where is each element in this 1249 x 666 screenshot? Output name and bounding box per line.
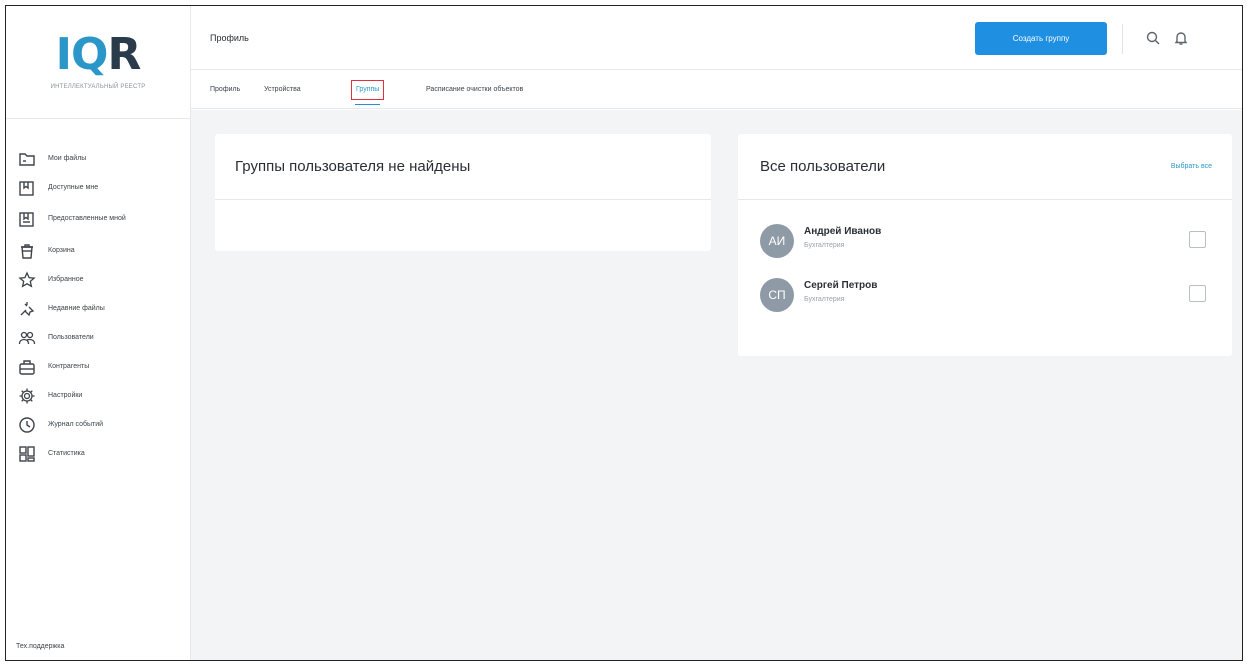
folder-icon bbox=[19, 152, 35, 166]
logo-mark: IQR bbox=[56, 33, 142, 77]
create-group-button[interactable]: Создать группу bbox=[975, 22, 1107, 55]
sidebar-item-label: Журнал событий bbox=[48, 420, 104, 428]
gear-icon bbox=[19, 388, 35, 403]
sidebar-item-label: Доступные мне bbox=[48, 183, 99, 191]
sidebar-item-users[interactable]: Пользователи bbox=[18, 323, 190, 352]
search-icon[interactable] bbox=[1145, 30, 1161, 46]
header-divider bbox=[1122, 24, 1123, 54]
tab-groups[interactable]: Группы bbox=[351, 70, 385, 109]
sidebar-item-label: Недавние файлы bbox=[48, 304, 105, 312]
logo-r: R bbox=[107, 29, 141, 80]
sidebar-item-label: Настройки bbox=[48, 391, 83, 399]
tab-profile[interactable]: Профиль bbox=[210, 70, 240, 109]
sidebar-item-contractors[interactable]: Контрагенты bbox=[18, 352, 190, 381]
tab-devices[interactable]: Устройства bbox=[264, 70, 301, 109]
card-header: Группы пользователя не найдены bbox=[215, 134, 711, 200]
sidebar-item-label: Статистика bbox=[48, 449, 85, 457]
user-name: Андрей Иванов bbox=[804, 226, 882, 237]
sidebar-item-label: Мои файлы bbox=[48, 154, 87, 162]
sidebar-item-event-log[interactable]: Журнал событий bbox=[18, 410, 190, 439]
sidebar-item-label: Предоставленные мной bbox=[48, 215, 126, 222]
user-groups-card: Группы пользователя не найдены bbox=[215, 134, 711, 251]
tab-label: Группы bbox=[351, 79, 385, 100]
sidebar: IQR ИНТЕЛЛЕКТУАЛЬНЫЙ РЕЕСТР Мои файлы До… bbox=[6, 6, 191, 660]
contractors-icon bbox=[19, 359, 35, 375]
avatar: СП bbox=[760, 278, 794, 312]
sidebar-item-recent[interactable]: Недавние файлы bbox=[18, 294, 190, 323]
tab-label: Профиль bbox=[210, 86, 241, 93]
sidebar-nav: Мои файлы Доступные мне Предоставленные … bbox=[6, 119, 190, 468]
users-icon bbox=[18, 331, 36, 344]
sidebar-item-my-files[interactable]: Мои файлы bbox=[18, 144, 190, 173]
card-title: Все пользователи bbox=[760, 158, 886, 175]
user-checkbox[interactable] bbox=[1189, 285, 1206, 302]
stats-icon bbox=[19, 445, 35, 462]
sidebar-item-label: Пользователи bbox=[48, 333, 94, 341]
bell-icon[interactable] bbox=[1173, 30, 1189, 46]
sidebar-item-provided[interactable]: Предоставленные мной bbox=[18, 202, 190, 236]
logo[interactable]: IQR ИНТЕЛЛЕКТУАЛЬНЫЙ РЕЕСТР bbox=[6, 6, 190, 119]
shared-icon bbox=[19, 180, 34, 196]
user-department: Бухгалтерия bbox=[804, 296, 845, 303]
sidebar-item-statistics[interactable]: Статистика bbox=[18, 439, 190, 468]
tab-cleanup-schedule[interactable]: Расписание очистки объектов bbox=[426, 70, 523, 109]
trash-icon bbox=[21, 243, 33, 259]
sidebar-item-shared[interactable]: Доступные мне bbox=[18, 173, 190, 202]
all-users-card: Все пользователи Выбрать все АИ Андрей И… bbox=[738, 134, 1232, 356]
sidebar-item-favorites[interactable]: Избранное bbox=[18, 265, 190, 294]
main-content: Группы пользователя не найдены Все польз… bbox=[191, 110, 1242, 660]
avatar: АИ bbox=[760, 224, 794, 258]
user-name: Сергей Петров bbox=[804, 280, 878, 291]
sidebar-item-settings[interactable]: Настройки bbox=[18, 381, 190, 410]
user-checkbox[interactable] bbox=[1189, 231, 1206, 248]
app-window: IQR ИНТЕЛЛЕКТУАЛЬНЫЙ РЕЕСТР Мои файлы До… bbox=[5, 5, 1243, 661]
clock-icon bbox=[19, 416, 35, 433]
card-title: Группы пользователя не найдены bbox=[235, 158, 471, 175]
logo-subtitle: ИНТЕЛЛЕКТУАЛЬНЫЙ РЕЕСТР bbox=[50, 84, 146, 90]
user-department: Бухгалтерия bbox=[804, 242, 845, 249]
profile-tabs: Профиль Устройства Группы Расписание очи… bbox=[191, 70, 1242, 109]
support-link[interactable]: Тех.поддержка bbox=[16, 643, 64, 650]
user-row[interactable]: АИ Андрей Иванов Бухгалтерия bbox=[760, 222, 1210, 262]
card-header: Все пользователи Выбрать все bbox=[738, 134, 1232, 200]
sidebar-item-label: Контрагенты bbox=[48, 362, 90, 370]
sidebar-item-label: Избранное bbox=[48, 275, 84, 283]
select-all-link[interactable]: Выбрать все bbox=[1171, 163, 1212, 170]
tab-label: Расписание очистки объектов bbox=[426, 86, 524, 93]
top-header: Профиль Создать группу ТА bbox=[191, 6, 1242, 70]
sidebar-item-label: Корзина bbox=[48, 246, 75, 254]
star-icon bbox=[18, 270, 36, 288]
sidebar-item-trash[interactable]: Корзина bbox=[18, 236, 190, 265]
user-row[interactable]: СП Сергей Петров Бухгалтерия bbox=[760, 276, 1210, 316]
provided-icon bbox=[19, 212, 34, 227]
recent-files-icon bbox=[20, 301, 35, 316]
page-title: Профиль bbox=[210, 33, 249, 43]
tab-label: Устройства bbox=[264, 86, 301, 93]
logo-iq: IQ bbox=[55, 29, 109, 80]
